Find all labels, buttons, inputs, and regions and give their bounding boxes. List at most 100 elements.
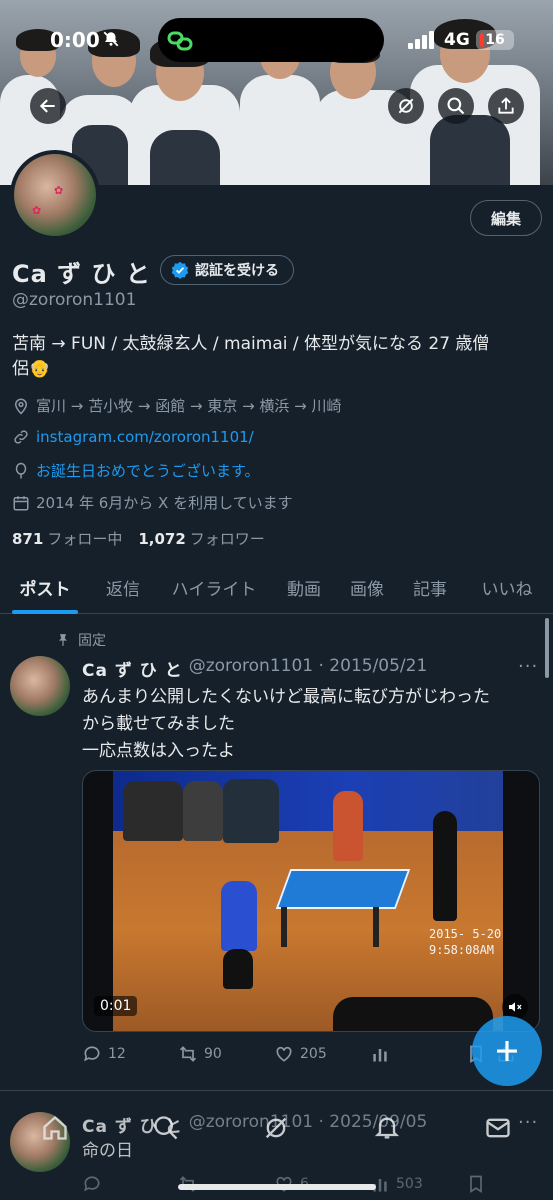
post-text: あんまり公開したくないけど最高に転び方がじわった から載せてみました 一応点数は… — [82, 684, 542, 765]
bookmark-button[interactable] — [466, 1174, 496, 1194]
pin-icon — [58, 634, 68, 646]
display-name: Ca ず ひ と — [12, 260, 151, 288]
video-stamp-date: 2015- 5-20 — [429, 927, 502, 941]
search-icon — [154, 1116, 178, 1140]
tab-replies[interactable]: 返信 — [90, 560, 156, 614]
video-duration: 0:01 — [94, 996, 138, 1016]
battery-indicator: 16 — [476, 30, 514, 50]
like-button[interactable]: 205 — [274, 1044, 370, 1064]
mail-icon — [486, 1118, 510, 1138]
profile-handle: @zororon1101 — [12, 290, 137, 310]
post-text-line-3: 一応点数は入ったよ — [82, 741, 235, 761]
post-author-name[interactable]: Ca ず ひ と — [82, 656, 183, 681]
following-label: フォロー中 — [47, 530, 123, 548]
location-pin-icon — [14, 398, 28, 415]
website-row[interactable]: instagram.com/zororon1101/ — [12, 428, 254, 446]
bio-emoji: 👴 — [29, 359, 51, 379]
post-video[interactable]: 2015- 5-20 9:58:08AM — [82, 770, 540, 1032]
link-icon — [14, 430, 28, 444]
network-type: 4G — [444, 30, 470, 50]
tab-likes[interactable]: いいね — [462, 560, 552, 614]
tab-images[interactable]: 画像 — [336, 560, 398, 614]
joined-date: 2014 年 6月から X を利用しています — [36, 494, 293, 512]
post-text-line-2: から載せてみました — [82, 714, 235, 734]
view-count: 503 — [396, 1176, 423, 1192]
post-avatar[interactable] — [10, 656, 70, 716]
birthday-row: お誕生日おめでとうございます。 — [12, 460, 260, 481]
reply-count: 12 — [108, 1046, 126, 1062]
reply-button[interactable]: 12 — [82, 1044, 178, 1064]
post-handle-date: @zororon1101 · 2015/05/21 — [188, 656, 428, 676]
post-divider — [0, 1090, 553, 1091]
nav-search[interactable] — [146, 1108, 186, 1148]
nav-home[interactable] — [35, 1108, 75, 1148]
followers-count: 1,072 — [138, 530, 186, 548]
link-activity-icon — [167, 31, 193, 51]
heart-icon — [276, 1046, 292, 1062]
get-verified-button[interactable]: 認証を受ける — [160, 255, 294, 285]
like-count: 205 — [300, 1046, 327, 1062]
grok-button[interactable] — [388, 88, 424, 124]
tab-posts[interactable]: ポスト — [0, 560, 90, 614]
following-link[interactable]: 871 フォロー中 — [12, 528, 122, 549]
location-row: 富川 → 苫小牧 → 函館 → 東京 → 横浜 → 川崎 — [12, 395, 342, 416]
bookmark-icon — [470, 1175, 482, 1194]
tab-highlights[interactable]: ハイライト — [156, 560, 272, 614]
repost-icon — [179, 1046, 197, 1062]
plus-icon — [497, 1041, 517, 1061]
tab-articles[interactable]: 記事 — [398, 560, 462, 614]
speaker-muted-icon — [509, 1002, 522, 1012]
repost-button[interactable]: 90 — [178, 1044, 274, 1064]
joined-row: 2014 年 6月から X を利用しています — [12, 492, 293, 513]
search-button[interactable] — [438, 88, 474, 124]
nav-messages[interactable] — [478, 1108, 518, 1148]
bottom-navigation — [0, 1098, 553, 1158]
post-header: Ca ず ひ と @zororon1101 · 2015/05/21 — [82, 656, 427, 681]
following-count: 871 — [12, 530, 44, 548]
video-timestamp: 2015- 5-20 9:58:08AM — [429, 926, 501, 958]
pinned-indicator: 固定 — [56, 630, 106, 650]
nav-notifications[interactable] — [367, 1108, 407, 1148]
profile-location: 富川 → 苫小牧 → 函館 → 東京 → 横浜 → 川崎 — [36, 397, 342, 415]
signal-icon — [408, 31, 434, 49]
bio-line-2: 侶 — [12, 359, 29, 379]
home-icon — [43, 1115, 67, 1140]
profile-website-link[interactable]: instagram.com/zororon1101/ — [36, 428, 254, 446]
grok-icon — [398, 98, 414, 114]
status-time: 0:00 — [50, 28, 100, 52]
pinned-label: 固定 — [78, 633, 106, 649]
repost-count: 90 — [204, 1046, 222, 1062]
verified-badge-icon — [171, 261, 189, 279]
follow-stats: 871 フォロー中 1,072 フォロワー — [12, 528, 265, 549]
grok-icon — [266, 1117, 287, 1139]
share-icon — [498, 97, 514, 114]
post-text-line-1: あんまり公開したくないけど最高に転び方がじわった — [82, 687, 490, 707]
compose-post-button[interactable] — [472, 1016, 542, 1086]
back-button[interactable] — [30, 88, 66, 124]
silent-mode-icon — [103, 31, 119, 47]
nav-grok[interactable] — [256, 1108, 296, 1148]
bio-line-1: 苫南 → FUN / 太鼓緑玄人 / maimai / 体型が気になる 27 歳… — [12, 334, 490, 354]
home-indicator[interactable] — [178, 1184, 376, 1190]
edit-profile-button[interactable]: 編集 — [470, 200, 542, 236]
get-verified-label: 認証を受ける — [195, 263, 279, 279]
scrollbar[interactable] — [545, 618, 549, 678]
profile-bio: 苫南 → FUN / 太鼓緑玄人 / maimai / 体型が気になる 27 歳… — [12, 332, 542, 382]
birthday-message[interactable]: お誕生日おめでとうございます。 — [36, 460, 260, 481]
bell-icon — [374, 1117, 400, 1139]
calendar-icon — [13, 495, 29, 510]
balloon-icon — [15, 462, 27, 478]
profile-avatar[interactable]: ✿ ✿ — [10, 150, 100, 240]
reply-icon — [84, 1176, 100, 1192]
search-icon — [447, 97, 465, 115]
video-stamp-time: 9:58:08AM — [429, 943, 495, 957]
post-more-button[interactable]: ··· — [518, 656, 538, 677]
views-button[interactable]: 503 — [370, 1174, 466, 1194]
back-arrow-icon — [39, 99, 55, 113]
views-button[interactable] — [370, 1044, 466, 1064]
tab-videos[interactable]: 動画 — [272, 560, 336, 614]
followers-link[interactable]: 1,072 フォロワー — [138, 528, 264, 549]
reply-button[interactable] — [82, 1174, 178, 1194]
share-button[interactable] — [488, 88, 524, 124]
views-chart-icon — [373, 1049, 387, 1062]
